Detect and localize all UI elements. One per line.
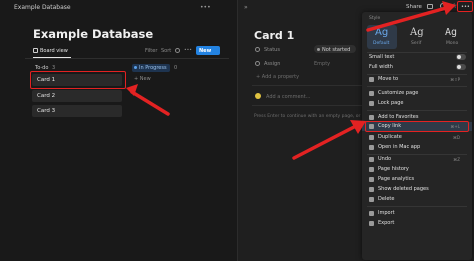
card-item[interactable]: Card 3 bbox=[32, 105, 122, 117]
menu-item-label: Delete bbox=[378, 196, 395, 202]
column-in-progress-label: In Progress bbox=[139, 65, 167, 71]
delete-icon bbox=[369, 197, 374, 202]
shortcut-hint: ⌘Z bbox=[453, 156, 460, 162]
menu-item-open-mac-app[interactable]: Open in Mac app bbox=[362, 143, 472, 152]
status-icon bbox=[255, 47, 260, 52]
breadcrumb-title[interactable]: Example Database bbox=[14, 4, 71, 11]
menu-item-customize-page[interactable]: Customize page bbox=[362, 89, 472, 98]
lock-icon bbox=[369, 101, 374, 106]
menu-separator bbox=[367, 206, 467, 207]
column-in-progress: In Progress bbox=[132, 64, 170, 72]
font-name: Mono bbox=[446, 41, 459, 46]
menu-item-label: Export bbox=[378, 220, 395, 226]
font-name: Serif bbox=[411, 41, 422, 46]
menu-item-import[interactable]: Import bbox=[362, 209, 472, 218]
menu-item-label: Open in Mac app bbox=[378, 144, 421, 150]
card-title: Card 2 bbox=[37, 93, 56, 99]
menu-item-label: Import bbox=[378, 210, 395, 216]
font-name: Default bbox=[373, 41, 390, 46]
menu-item-show-deleted[interactable]: Show deleted pages bbox=[362, 185, 472, 194]
menu-item-label: Duplicate bbox=[378, 134, 402, 140]
collapse-icon[interactable]: » bbox=[244, 4, 248, 11]
menu-item-export[interactable]: Export bbox=[362, 219, 472, 228]
database-pane: Example Database ••• Example Database Bo… bbox=[0, 0, 237, 261]
sort-button[interactable]: Sort bbox=[161, 48, 171, 54]
analytics-icon bbox=[369, 177, 374, 182]
full-width-toggle[interactable] bbox=[456, 64, 466, 70]
menu-item-label: Customize page bbox=[378, 90, 419, 96]
small-text-toggle[interactable] bbox=[456, 54, 466, 60]
menu-item-label: Page history bbox=[378, 166, 409, 172]
toolbar-divider bbox=[25, 58, 229, 59]
menu-separator bbox=[367, 110, 467, 111]
page-options-menu: Style Ag Default Ag Serif Ag Mono Small … bbox=[362, 12, 472, 260]
card-page-title: Card 1 bbox=[254, 29, 295, 42]
menu-separator bbox=[367, 86, 467, 87]
highlight-box bbox=[30, 71, 126, 89]
more-icon[interactable]: ••• bbox=[200, 4, 211, 11]
status-value: Not started bbox=[322, 46, 351, 53]
import-icon bbox=[369, 211, 374, 216]
page-title: Example Database bbox=[33, 27, 154, 41]
status-dot-icon bbox=[134, 66, 137, 69]
move-to-icon bbox=[369, 77, 374, 82]
card-title: Card 3 bbox=[37, 108, 56, 114]
export-icon bbox=[369, 221, 374, 226]
highlight-box bbox=[365, 121, 469, 132]
menu-item-page-history[interactable]: Page history bbox=[362, 165, 472, 174]
status-dot-icon bbox=[317, 47, 320, 51]
menu-item-label: Add to Favorites bbox=[378, 114, 419, 120]
menu-item-label: Undo bbox=[378, 156, 392, 162]
new-button-label: New bbox=[199, 47, 212, 54]
menu-item-full-width[interactable]: Full width bbox=[362, 63, 472, 72]
property-label-assign: Assign bbox=[264, 61, 281, 67]
avatar bbox=[255, 93, 261, 99]
annotation-arrow bbox=[126, 84, 170, 116]
search-icon[interactable] bbox=[175, 48, 180, 53]
menu-item-undo[interactable]: Undo ⌘Z bbox=[362, 155, 472, 164]
shortcut-hint: ⌘⇧P bbox=[450, 76, 460, 82]
history-icon bbox=[369, 167, 374, 172]
person-icon bbox=[255, 61, 260, 66]
board-icon bbox=[33, 48, 38, 53]
new-button[interactable]: New bbox=[196, 46, 220, 55]
menu-item-move-to[interactable]: Move to ⌘⇧P bbox=[362, 75, 472, 84]
menu-item-page-analytics[interactable]: Page analytics bbox=[362, 175, 472, 184]
shortcut-hint: ⌘D bbox=[452, 134, 460, 140]
filter-button[interactable]: Filter bbox=[145, 48, 157, 54]
card-item[interactable]: Card 2 bbox=[32, 90, 122, 102]
tab-label: Board view bbox=[40, 48, 68, 54]
menu-item-label: Lock page bbox=[378, 100, 404, 106]
add-property-button[interactable]: + Add a property bbox=[256, 74, 299, 80]
property-label-status: Status bbox=[264, 47, 280, 53]
menu-item-delete[interactable]: Delete bbox=[362, 195, 472, 204]
menu-item-label: Show deleted pages bbox=[378, 186, 429, 192]
menu-item-small-text[interactable]: Small text bbox=[362, 53, 472, 62]
menu-item-label: Page analytics bbox=[378, 176, 415, 182]
comment-input[interactable]: Add a comment... bbox=[266, 94, 310, 100]
more-options-icon[interactable]: ••• bbox=[184, 48, 192, 53]
menu-item-label: Small text bbox=[369, 54, 395, 60]
menu-item-label: Move to bbox=[378, 76, 399, 82]
menu-item-lock-page[interactable]: Lock page bbox=[362, 99, 472, 108]
annotation-arrow bbox=[292, 120, 366, 160]
trash-icon bbox=[369, 187, 374, 192]
menu-item-duplicate[interactable]: Duplicate ⌘D bbox=[362, 133, 472, 142]
column-in-progress-count: 0 bbox=[174, 65, 178, 71]
tab-board-view[interactable]: Board view bbox=[33, 47, 73, 56]
menu-item-label: Full width bbox=[369, 64, 393, 70]
assign-value[interactable]: Empty bbox=[314, 61, 330, 67]
status-badge[interactable]: Not started bbox=[314, 45, 356, 53]
annotation-arrow bbox=[366, 1, 456, 32]
customize-icon bbox=[369, 91, 374, 96]
